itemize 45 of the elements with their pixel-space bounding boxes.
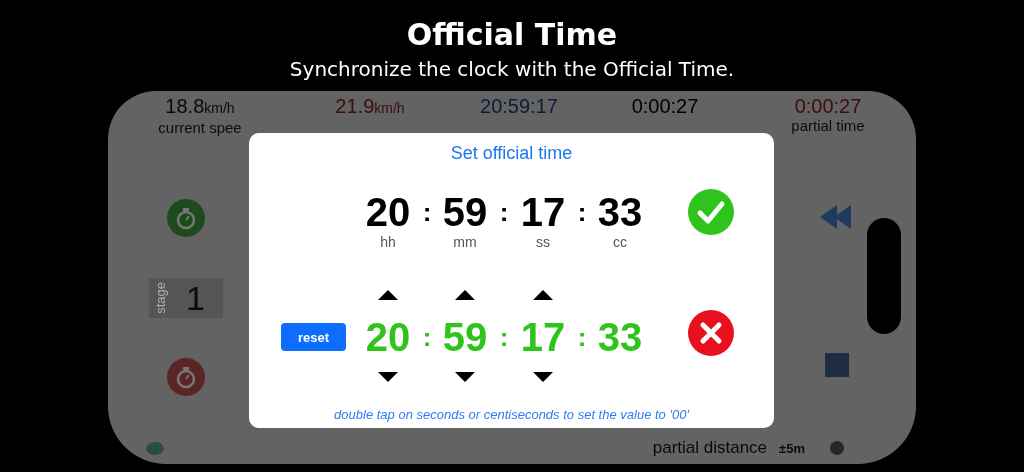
down-arrow-icon[interactable] (455, 372, 475, 382)
time-digits: 17 (520, 190, 566, 234)
time-digits: 20 (365, 190, 411, 234)
time-separator: : (577, 197, 587, 227)
unit-label: cc (613, 234, 627, 252)
accuracy-label: ±5m (779, 440, 805, 456)
reset-button[interactable]: reset (281, 323, 346, 351)
stage-label: stage (152, 282, 169, 314)
info-icon[interactable] (830, 441, 844, 455)
time-digits: 33 (597, 190, 643, 234)
up-arrow-icon[interactable] (533, 290, 553, 300)
down-arrow-icon[interactable] (533, 372, 553, 382)
distance-label: partial distance (652, 438, 768, 458)
time-separator: : (422, 197, 432, 227)
page-subtitle: Synchronize the clock with the Official Time. (289, 57, 735, 81)
dialog-title: Set official time (450, 143, 573, 163)
up-arrow-icon[interactable] (455, 290, 475, 300)
up-arrow-icon[interactable] (378, 290, 398, 300)
unit-label: ss (536, 234, 550, 252)
stat-value: 0:00:27 (794, 95, 862, 117)
stat-value: 0:00:27 (631, 95, 699, 117)
stage-value: 1 (185, 278, 206, 318)
time-digits[interactable]: 59 (442, 315, 488, 359)
stat-label: current spee (158, 119, 242, 137)
stat-value: 20:59:17 (480, 95, 558, 117)
unit-label: hh (380, 234, 396, 252)
page-title: Official Time (406, 17, 618, 53)
stat-value: 18.8km/h (165, 95, 235, 119)
time-digits[interactable]: 20 (365, 315, 411, 359)
cancel-icon[interactable] (688, 310, 734, 356)
stopwatch-icon[interactable] (166, 358, 205, 396)
stopwatch-icon[interactable] (166, 199, 205, 237)
stat-label: partial time (791, 117, 865, 135)
stat-value: 21.9km/h (335, 95, 405, 119)
time-separator: : (422, 322, 432, 352)
unit-label: mm (453, 234, 477, 252)
time-separator: : (577, 322, 587, 352)
time-digits[interactable]: 33 (597, 315, 643, 359)
time-digits: 59 (442, 190, 488, 234)
dot-icon (146, 441, 164, 455)
time-separator: : (499, 197, 509, 227)
time-digits[interactable]: 17 (520, 315, 566, 359)
hint-text: double tap on seconds or centiseconds to set the value to '00' (334, 407, 689, 423)
down-arrow-icon[interactable] (378, 372, 398, 382)
time-separator: : (499, 322, 509, 352)
